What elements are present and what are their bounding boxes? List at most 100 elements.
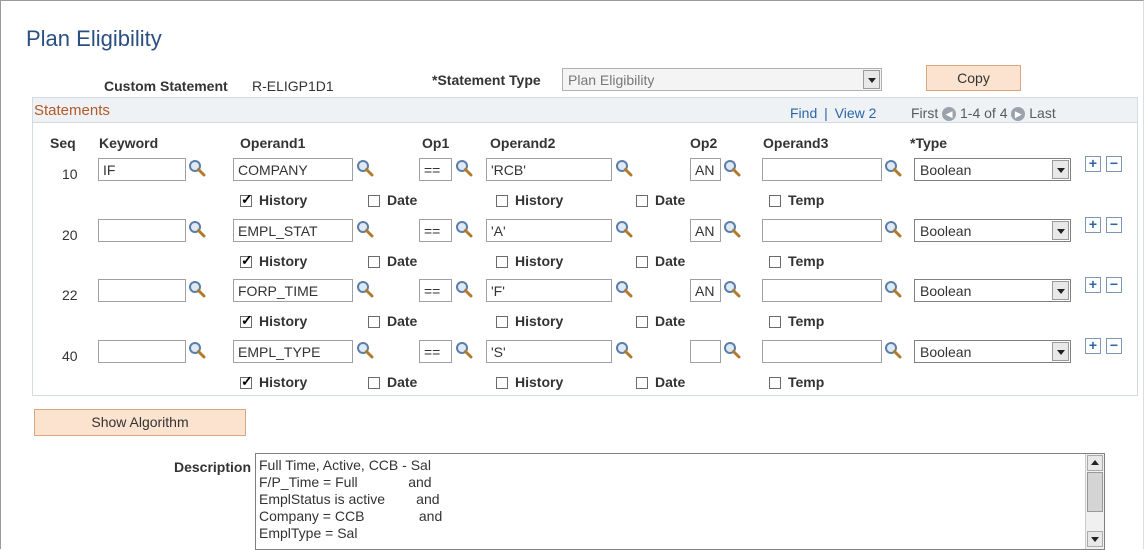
op2-input[interactable]: AN <box>690 219 721 242</box>
next-circle-icon[interactable]: ▶ <box>1011 107 1026 121</box>
view-all-link[interactable]: View 2 <box>835 105 877 121</box>
delete-row-button[interactable]: − <box>1106 277 1122 293</box>
checkbox-date[interactable] <box>368 256 380 268</box>
checkbox-temp[interactable] <box>769 316 781 328</box>
col-op1: Op1 <box>422 135 450 151</box>
lookup-operand3-icon[interactable] <box>884 341 902 359</box>
find-link[interactable]: Find <box>790 105 817 121</box>
lookup-operand1-icon[interactable] <box>356 280 374 298</box>
op2-input[interactable]: AN <box>690 158 721 181</box>
operand1-input[interactable]: EMPL_STAT <box>233 219 353 242</box>
checkbox-label-date: Date <box>387 374 418 390</box>
lookup-keyword-icon[interactable] <box>188 280 206 298</box>
checkbox-date2[interactable] <box>636 195 648 207</box>
type-select[interactable]: Boolean <box>914 340 1071 363</box>
operand3-input[interactable] <box>762 340 882 363</box>
checkbox-history[interactable] <box>240 252 253 269</box>
checkbox-date[interactable] <box>368 316 380 328</box>
lookup-operand3-icon[interactable] <box>884 220 902 238</box>
checkbox-history[interactable] <box>240 312 253 329</box>
col-seq: Seq <box>50 135 76 151</box>
keyword-input[interactable]: IF <box>98 158 186 181</box>
copy-button[interactable]: Copy <box>926 65 1021 91</box>
op1-input[interactable]: == <box>419 158 452 181</box>
lookup-op1-icon[interactable] <box>455 159 473 177</box>
lookup-operand1-icon[interactable] <box>356 159 374 177</box>
operand2-input[interactable]: 'F' <box>486 279 612 302</box>
op1-input[interactable]: == <box>419 340 452 363</box>
lookup-operand3-icon[interactable] <box>884 280 902 298</box>
operand3-input[interactable] <box>762 279 882 302</box>
lookup-op1-icon[interactable] <box>455 220 473 238</box>
delete-row-button[interactable]: − <box>1106 156 1122 172</box>
operand3-input[interactable] <box>762 158 882 181</box>
scroll-up-icon[interactable] <box>1087 455 1103 471</box>
lookup-operand1-icon[interactable] <box>356 341 374 359</box>
add-row-button[interactable]: + <box>1085 338 1101 354</box>
scroll-down-icon[interactable] <box>1087 531 1103 547</box>
checkbox-history[interactable] <box>240 373 253 390</box>
lookup-keyword-icon[interactable] <box>188 159 206 177</box>
lookup-keyword-icon[interactable] <box>188 220 206 238</box>
type-select[interactable]: Boolean <box>914 219 1071 242</box>
lookup-op2-icon[interactable] <box>723 280 741 298</box>
lookup-op1-icon[interactable] <box>455 341 473 359</box>
lookup-keyword-icon[interactable] <box>188 341 206 359</box>
chevron-down-icon <box>1052 342 1069 361</box>
op1-input[interactable]: == <box>419 279 452 302</box>
lookup-operand2-icon[interactable] <box>615 220 633 238</box>
checkbox-history[interactable] <box>240 191 253 208</box>
description-scrollbar[interactable] <box>1085 454 1104 549</box>
lookup-operand3-icon[interactable] <box>884 159 902 177</box>
checkbox-history2[interactable] <box>496 316 508 328</box>
checkbox-history2[interactable] <box>496 377 508 389</box>
delete-row-button[interactable]: − <box>1106 338 1122 354</box>
checkbox-date2[interactable] <box>636 377 648 389</box>
op1-input[interactable]: == <box>419 219 452 242</box>
nav-separator: | <box>824 105 828 121</box>
last-link[interactable]: Last <box>1029 105 1055 121</box>
checkbox-date[interactable] <box>368 377 380 389</box>
operand2-input[interactable]: 'A' <box>486 219 612 242</box>
lookup-operand1-icon[interactable] <box>356 220 374 238</box>
checkbox-date[interactable] <box>368 195 380 207</box>
checkbox-temp[interactable] <box>769 256 781 268</box>
lookup-operand2-icon[interactable] <box>615 159 633 177</box>
type-select[interactable]: Boolean <box>914 158 1071 181</box>
operand1-input[interactable]: EMPL_TYPE <box>233 340 353 363</box>
lookup-op2-icon[interactable] <box>723 159 741 177</box>
operand2-input[interactable]: 'RCB' <box>486 158 612 181</box>
keyword-input[interactable] <box>98 340 186 363</box>
checkbox-date2[interactable] <box>636 256 648 268</box>
add-row-button[interactable]: + <box>1085 156 1101 172</box>
description-textarea[interactable]: Full Time, Active, CCB - Sal F/P_Time = … <box>255 453 1105 550</box>
add-row-button[interactable]: + <box>1085 277 1101 293</box>
operand3-input[interactable] <box>762 219 882 242</box>
checkbox-history2[interactable] <box>496 195 508 207</box>
operand1-input[interactable]: FORP_TIME <box>233 279 353 302</box>
lookup-operand2-icon[interactable] <box>615 280 633 298</box>
checkbox-label-history: History <box>259 374 308 390</box>
scroll-thumb[interactable] <box>1087 472 1103 512</box>
checkbox-date2[interactable] <box>636 316 648 328</box>
checkbox-temp[interactable] <box>769 195 781 207</box>
keyword-input[interactable] <box>98 279 186 302</box>
lookup-op2-icon[interactable] <box>723 220 741 238</box>
lookup-op2-icon[interactable] <box>723 341 741 359</box>
keyword-input[interactable] <box>98 219 186 242</box>
checkbox-history2[interactable] <box>496 256 508 268</box>
statement-type-select[interactable]: Plan Eligibility <box>562 68 882 91</box>
op2-input[interactable]: AN <box>690 279 721 302</box>
operand2-input[interactable]: 'S' <box>486 340 612 363</box>
checkbox-temp[interactable] <box>769 377 781 389</box>
op2-input[interactable] <box>690 340 721 363</box>
type-select[interactable]: Boolean <box>914 279 1071 302</box>
prev-circle-icon[interactable]: ◀ <box>942 107 957 121</box>
show-algorithm-button[interactable]: Show Algorithm <box>34 409 246 436</box>
first-link[interactable]: First <box>911 105 938 121</box>
operand1-input[interactable]: COMPANY <box>233 158 353 181</box>
delete-row-button[interactable]: − <box>1106 217 1122 233</box>
add-row-button[interactable]: + <box>1085 217 1101 233</box>
lookup-operand2-icon[interactable] <box>615 341 633 359</box>
lookup-op1-icon[interactable] <box>455 280 473 298</box>
